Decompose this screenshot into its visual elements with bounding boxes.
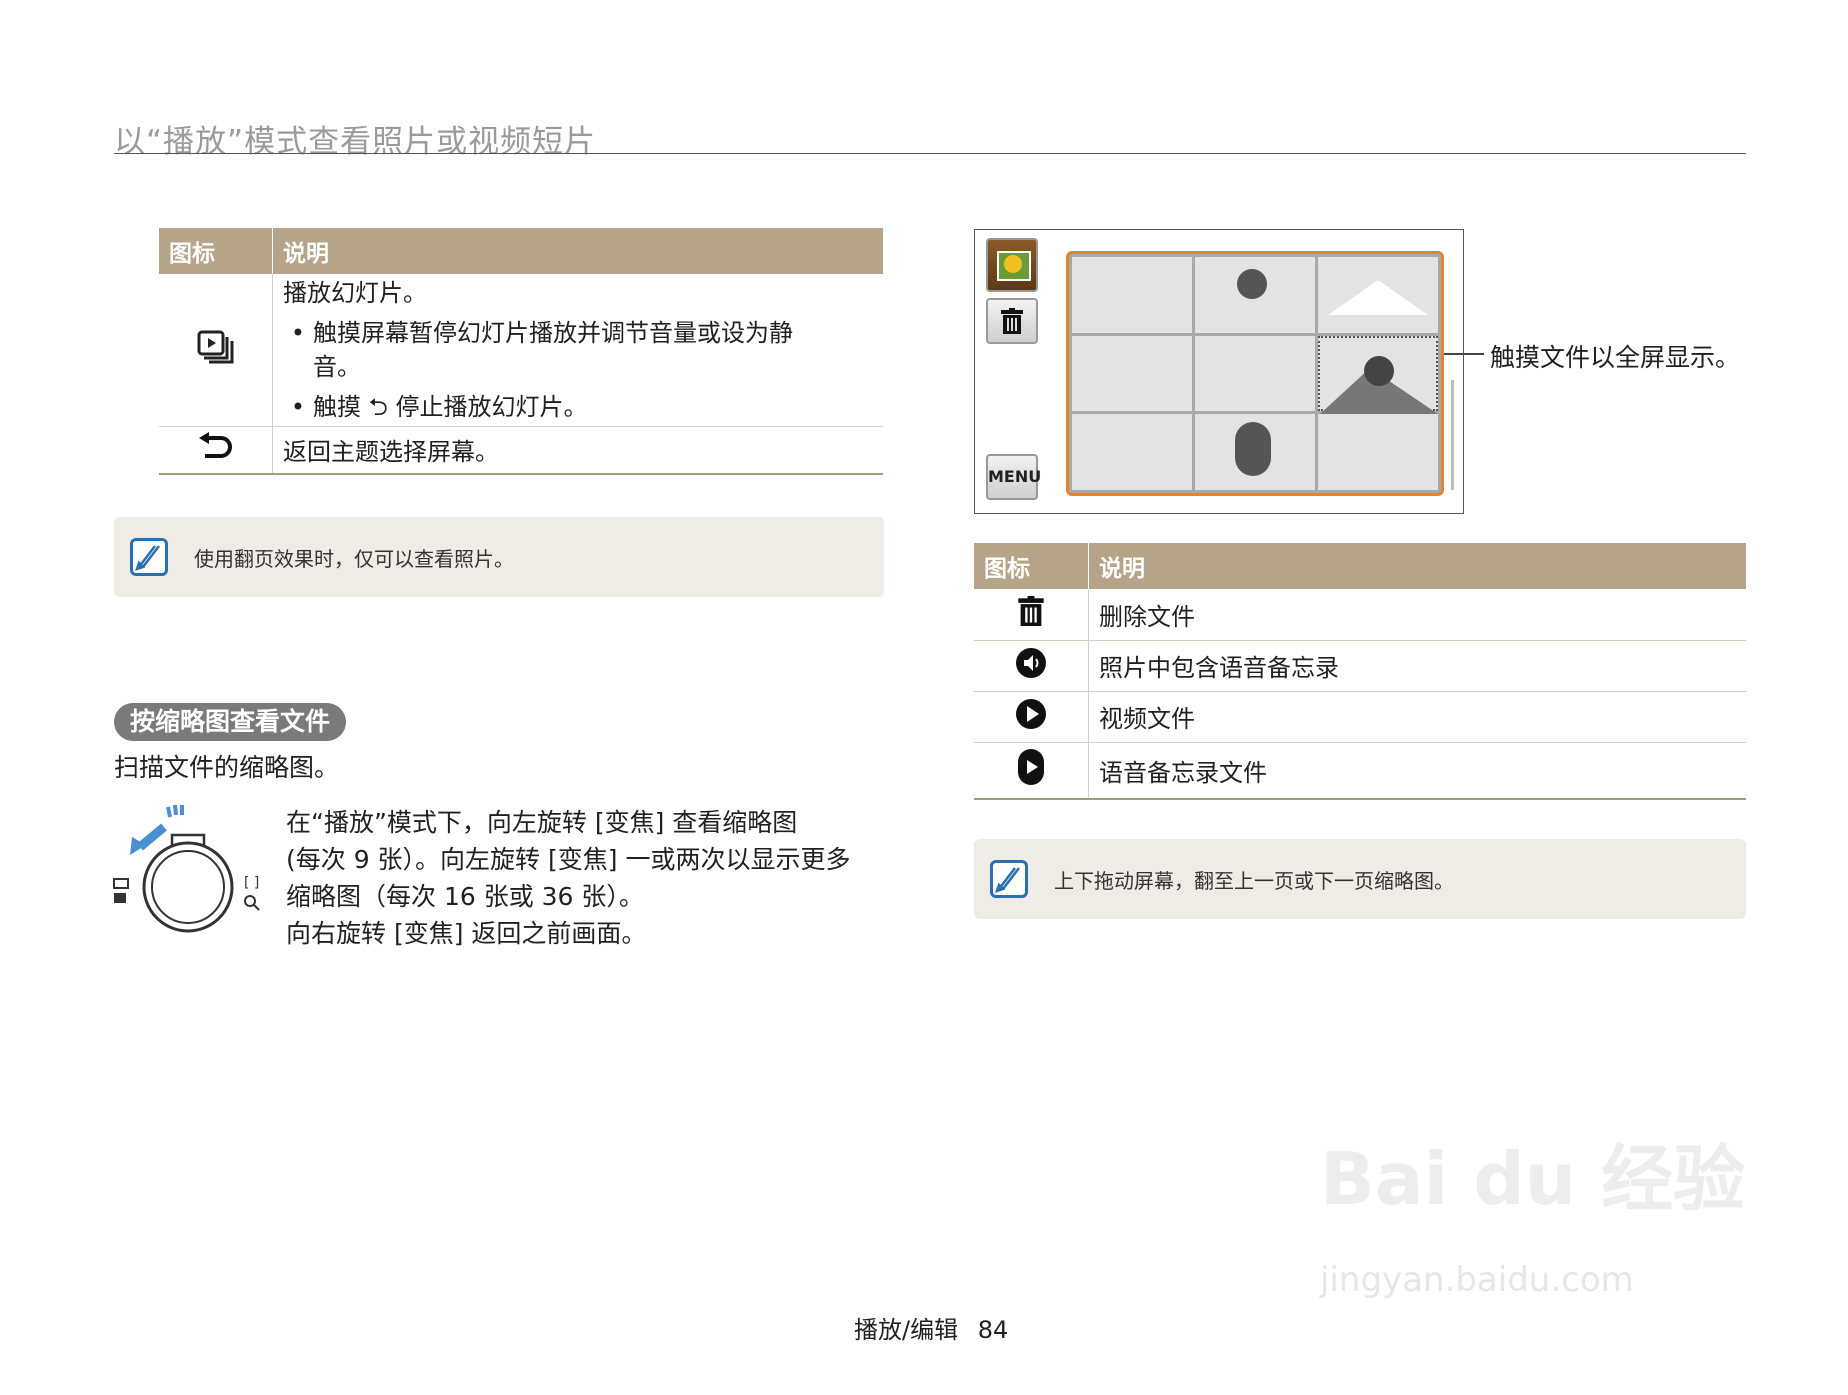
note-box: 使用翻页效果时，仅可以查看照片。 <box>114 517 884 597</box>
note-text: 使用翻页效果时，仅可以查看照片。 <box>194 547 514 571</box>
row-description: 语音备忘录文件 <box>1088 742 1746 800</box>
voice-file-icon <box>1235 422 1271 477</box>
col-header-icon: 图标 <box>159 228 273 274</box>
page-title: 以“播放”模式查看照片或视频短片 <box>114 124 597 160</box>
row-description: 返回主题选择屏幕。 <box>272 426 883 475</box>
playback-mode-button[interactable] <box>986 238 1038 292</box>
note-icon <box>130 538 168 576</box>
table-row: 播放幻灯片。 • 触摸屏幕暂停幻灯片播放并调节音量或设为静音。 • 触摸 ⮌ 停止播… <box>159 274 883 427</box>
voice-file-icon <box>1018 749 1044 786</box>
watermark-url: jingyan.baidu.com <box>1320 1260 1634 1300</box>
left-icon-table: 图标 说明 播放幻灯片。 • 触摸屏幕暂停幻灯片播放并调节音量或设为静音。 • 触摸… <box>159 228 883 475</box>
thumbnail[interactable] <box>1195 335 1315 412</box>
voice-memo-icon <box>1237 269 1267 299</box>
row-description: 删除文件 <box>1088 589 1746 641</box>
thumbnail-selected[interactable] <box>1318 335 1438 414</box>
note-text: 上下拖动屏幕，翻至上一页或下一页缩略图。 <box>1054 869 1454 893</box>
table-row: 语音备忘录文件 <box>974 742 1746 800</box>
page-footer: 播放/编辑 84 <box>854 1310 1008 1345</box>
zoom-dial-icon: [ ] <box>113 805 260 933</box>
col-header-desc: 说明 <box>1088 543 1746 589</box>
footer-section: 播放/编辑 <box>854 1316 959 1344</box>
note-icon <box>990 860 1028 898</box>
list-item: • 触摸屏幕暂停幻灯片播放并调节音量或设为静音。 <box>290 319 793 382</box>
col-header-icon: 图标 <box>974 543 1089 589</box>
thumbnail[interactable] <box>1195 257 1315 333</box>
thumbnail[interactable] <box>1072 257 1192 333</box>
col-header-desc: 说明 <box>272 228 883 274</box>
table-row: 返回主题选择屏幕。 <box>159 426 883 475</box>
table-row: 删除文件 <box>974 589 1746 641</box>
trash-icon <box>1018 596 1044 627</box>
back-icon <box>198 431 232 458</box>
thumbnail[interactable] <box>1072 414 1192 490</box>
page-number: 84 <box>977 1316 1009 1344</box>
video-icon <box>1364 355 1394 386</box>
section-intro: 扫描文件的缩略图。 <box>114 753 340 782</box>
voice-memo-icon <box>1016 647 1046 678</box>
right-icon-table: 图标 说明 删除文件 照片中包含语音备忘录 视频文件 语音备忘录文件 <box>974 543 1746 800</box>
row-description: 播放幻灯片。 <box>283 279 427 308</box>
menu-button[interactable]: MENU <box>986 454 1041 500</box>
zoom-instructions: 在“播放”模式下，向左旋转 [变焦] 查看缩略图 (每次 9 张）。向左旋转 [… <box>286 808 851 948</box>
table-row: 照片中包含语音备忘录 <box>974 640 1746 692</box>
row-description: 照片中包含语音备忘录 <box>1088 640 1746 692</box>
table-row: 视频文件 <box>974 691 1746 743</box>
section-title: 按缩略图查看文件 <box>114 703 347 741</box>
delete-button[interactable] <box>986 298 1038 344</box>
callout-line <box>1444 353 1484 355</box>
watermark-brand: Bai du 经验 <box>1320 1137 1746 1221</box>
scrollbar[interactable] <box>1451 380 1454 490</box>
thumbnail-grid <box>1066 251 1444 496</box>
thumbnail[interactable] <box>1195 414 1315 490</box>
list-item: • 触摸 ⮌ 停止播放幻灯片。 <box>290 393 588 422</box>
note-box: 上下拖动屏幕，翻至上一页或下一页缩略图。 <box>974 839 1746 919</box>
title-divider <box>114 153 1746 154</box>
slideshow-icon <box>197 330 233 364</box>
thumbnail[interactable] <box>1318 257 1438 333</box>
video-icon <box>1016 698 1046 729</box>
svg-text:[ ]: [ ] <box>244 875 259 891</box>
row-description: 视频文件 <box>1088 691 1746 743</box>
thumbnail[interactable] <box>1318 414 1438 490</box>
callout-text: 触摸文件以全屏显示。 <box>1490 343 1741 372</box>
thumbnail[interactable] <box>1072 335 1192 412</box>
